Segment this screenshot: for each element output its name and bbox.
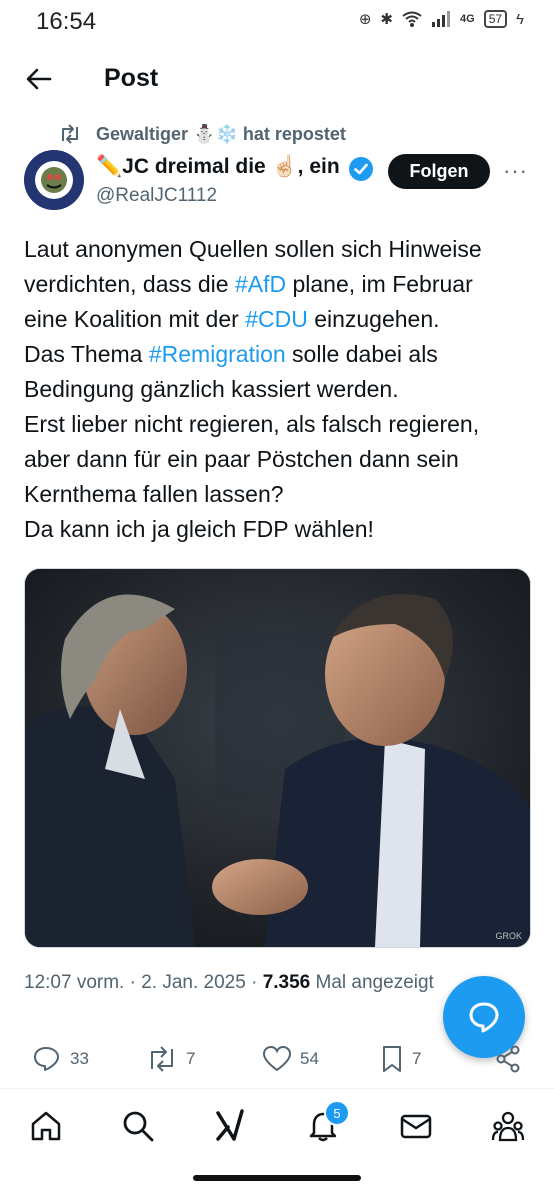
network-type: 4G bbox=[460, 13, 475, 25]
reply-count: 33 bbox=[70, 1049, 89, 1068]
back-arrow-icon[interactable] bbox=[24, 64, 54, 94]
divider bbox=[0, 1088, 554, 1089]
share-button[interactable] bbox=[494, 1045, 522, 1073]
post-text-segment: verdichten, dass die bbox=[24, 271, 235, 297]
avatar[interactable] bbox=[24, 150, 84, 210]
repost-button[interactable]: 7 bbox=[146, 1045, 195, 1073]
grok-icon bbox=[216, 1109, 244, 1141]
home-indicator bbox=[193, 1175, 361, 1181]
post-image[interactable]: GROK bbox=[24, 568, 531, 948]
post-text-line: verdichten, dass die #AfD plane, im Febr… bbox=[24, 267, 544, 302]
mail-icon bbox=[400, 1114, 432, 1139]
bookmark-count: 7 bbox=[412, 1049, 422, 1068]
notification-badge: 5 bbox=[324, 1100, 350, 1126]
reply-bubble-icon bbox=[469, 1002, 499, 1033]
hashtag-link[interactable]: #Remigration bbox=[149, 341, 286, 367]
nav-search[interactable] bbox=[118, 1106, 158, 1146]
post-time: 12:07 vorm. bbox=[24, 972, 125, 993]
status-icons: ⊕ ✱ 4G 57 ϟ bbox=[359, 10, 524, 28]
post-text-segment: Kernthema fallen lassen? bbox=[24, 481, 284, 507]
view-count: 7.356 bbox=[262, 972, 311, 993]
communities-icon bbox=[491, 1111, 525, 1142]
view-count-label: Mal angezeigt bbox=[315, 972, 434, 993]
nav-messages[interactable] bbox=[396, 1106, 436, 1146]
post-text-line: Kernthema fallen lassen? bbox=[24, 477, 544, 512]
reply-button[interactable]: 33 bbox=[32, 1045, 89, 1073]
follow-button[interactable]: Folgen bbox=[388, 154, 490, 189]
reply-icon bbox=[34, 1047, 59, 1071]
post-text-segment: eine Koalition mit der bbox=[24, 306, 246, 332]
charging-icon: ϟ bbox=[516, 10, 524, 28]
post-date: 2. Jan. 2025 bbox=[141, 972, 246, 993]
post-text-segment: aber dann für ein paar Pöstchen dann sei… bbox=[24, 446, 459, 472]
hashtag-link[interactable]: #AfD bbox=[235, 271, 286, 297]
repost-label[interactable]: Gewaltiger ⛄❄️ hat repostet bbox=[96, 124, 346, 145]
post-text: Laut anonymen Quellen sollen sich Hinwei… bbox=[24, 232, 544, 547]
post-text-line: Laut anonymen Quellen sollen sich Hinwei… bbox=[24, 232, 544, 267]
signal-icon bbox=[432, 11, 450, 27]
post-text-segment: Laut anonymen Quellen sollen sich Hinwei… bbox=[24, 236, 482, 262]
post-text-segment: solle dabei als bbox=[285, 341, 438, 367]
home-icon bbox=[31, 1111, 61, 1141]
bookmark-icon bbox=[383, 1046, 401, 1072]
repost-icon bbox=[62, 124, 78, 144]
post-text-line: aber dann für ein paar Pöstchen dann sei… bbox=[24, 442, 544, 477]
bluetooth-icon: ✱ bbox=[380, 11, 393, 28]
post-text-line: Das Thema #Remigration solle dabei als bbox=[24, 337, 544, 372]
post-meta: 12:07 vorm. · 2. Jan. 2025 · 7.356 Mal a… bbox=[24, 972, 434, 993]
search-icon bbox=[123, 1111, 154, 1142]
post-text-line: Erst lieber nicht regieren, als falsch r… bbox=[24, 407, 544, 442]
verified-badge-icon bbox=[349, 157, 373, 181]
battery-level: 57 bbox=[483, 10, 508, 28]
more-options-button[interactable]: ··· bbox=[503, 158, 528, 184]
post-text-line: eine Koalition mit der #CDU einzugehen. bbox=[24, 302, 544, 337]
post-text-line: Bedingung gänzlich kassiert werden. bbox=[24, 372, 544, 407]
post-text-segment: Das Thema bbox=[24, 341, 149, 367]
bookmark-button[interactable]: 7 bbox=[380, 1045, 421, 1073]
page-title: Post bbox=[104, 64, 159, 92]
wifi-icon bbox=[402, 11, 422, 27]
nav-communities[interactable] bbox=[488, 1106, 528, 1146]
post-text-segment: Erst lieber nicht regieren, als falsch r… bbox=[24, 411, 480, 437]
like-count: 54 bbox=[300, 1049, 319, 1068]
like-button[interactable]: 54 bbox=[262, 1045, 319, 1073]
post-text-segment: plane, im Februar bbox=[286, 271, 473, 297]
status-time: 16:54 bbox=[36, 8, 97, 35]
alarm-icon: ⊕ bbox=[358, 11, 372, 28]
post-text-segment: Da kann ich ja gleich FDP wählen! bbox=[24, 516, 374, 542]
nav-grok[interactable] bbox=[211, 1106, 251, 1146]
hashtag-link[interactable]: #CDU bbox=[245, 306, 308, 332]
author-handle[interactable]: @RealJC1112 bbox=[96, 185, 217, 207]
image-watermark: GROK bbox=[495, 931, 522, 941]
author-name[interactable]: ✏️JC dreimal die ☝🏻, ein bbox=[96, 155, 340, 179]
nav-home[interactable] bbox=[26, 1106, 66, 1146]
heart-icon bbox=[262, 1045, 292, 1072]
post-text-line: Da kann ich ja gleich FDP wählen! bbox=[24, 512, 544, 547]
post-text-segment: einzugehen. bbox=[307, 306, 440, 332]
share-icon bbox=[496, 1045, 520, 1073]
repost-count: 7 bbox=[186, 1049, 196, 1068]
post-text-segment: Bedingung gänzlich kassiert werden. bbox=[24, 376, 399, 402]
repost-action-icon bbox=[151, 1046, 173, 1072]
